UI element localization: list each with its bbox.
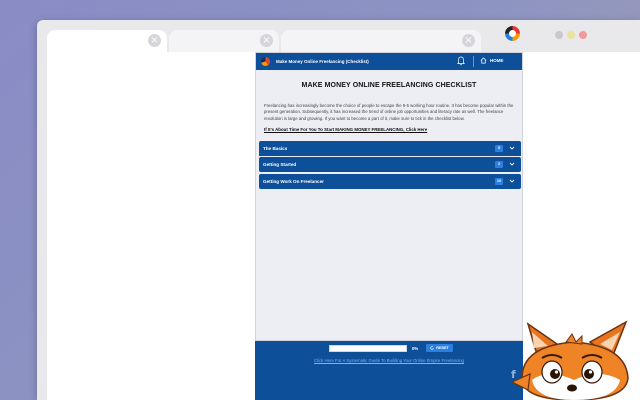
- section-count-badge: 2: [495, 161, 503, 169]
- chevron-down-icon[interactable]: [509, 145, 515, 151]
- bell-icon[interactable]: [457, 56, 465, 66]
- logo-icon: [261, 57, 270, 66]
- extension-footer: 0% RESET Click Here For A Systematic Gui…: [255, 341, 523, 400]
- section-label: Getting Started: [263, 162, 297, 168]
- home-icon: [480, 57, 487, 64]
- window-maximize-dot[interactable]: [567, 31, 575, 39]
- reset-button[interactable]: RESET: [426, 344, 453, 352]
- progress-percent: 0%: [412, 345, 419, 351]
- extension-title: Make Money Online Freelancing (Checklist…: [276, 59, 369, 64]
- progress-area: 0% RESET: [329, 344, 453, 352]
- intro-paragraph: Freelancing has increasingly become the …: [264, 103, 514, 121]
- section-getting-started[interactable]: Getting Started 2: [259, 157, 521, 173]
- page-title: MAKE MONEY ONLINE FREELANCING CHECKLIST: [301, 82, 477, 89]
- tab-close-icon[interactable]: ×: [260, 34, 273, 47]
- fox-mascot-illustration: [510, 320, 629, 400]
- tab-close-icon[interactable]: ×: [462, 34, 475, 47]
- section-count-badge: 10: [495, 177, 503, 185]
- extension-panel: Make Money Online Freelancing (Checklist…: [255, 52, 523, 341]
- browser-tab[interactable]: ×: [169, 30, 279, 52]
- section-the-basics[interactable]: The Basics 5: [259, 140, 521, 156]
- chevron-down-icon[interactable]: [509, 161, 515, 167]
- window-close-dot[interactable]: [579, 31, 587, 39]
- systematic-guide-link[interactable]: Click Here For A Systematic Guide To Bui…: [255, 358, 523, 363]
- extension-header: Make Money Online Freelancing (Checklist…: [256, 53, 522, 70]
- home-button[interactable]: HOME: [480, 57, 504, 64]
- section-label: The Basics: [263, 145, 288, 151]
- header-divider: [473, 56, 474, 67]
- progress-bar: [329, 344, 407, 352]
- tab-close-icon[interactable]: ×: [148, 34, 161, 47]
- checklist-sections: The Basics 5 Getting Started 2 Getting W…: [259, 140, 521, 189]
- browser-tab-active[interactable]: ×: [47, 30, 167, 52]
- start-freelancing-link[interactable]: If It's About Time For You To Start MAKI…: [264, 127, 514, 132]
- reset-label: RESET: [436, 346, 449, 350]
- window-minimize-dot[interactable]: [555, 31, 563, 39]
- extension-ring-icon[interactable]: [505, 26, 520, 41]
- browser-tab[interactable]: ×: [281, 30, 481, 52]
- chevron-down-icon[interactable]: [509, 178, 515, 184]
- refresh-icon: [430, 346, 434, 350]
- extension-content: MAKE MONEY ONLINE FREELANCING CHECKLIST …: [256, 82, 522, 132]
- home-label: HOME: [490, 58, 504, 63]
- section-getting-work-on-freelancer[interactable]: Getting Work On Freelancer 10: [259, 173, 521, 189]
- section-label: Getting Work On Freelancer: [263, 178, 324, 184]
- section-count-badge: 5: [495, 144, 503, 152]
